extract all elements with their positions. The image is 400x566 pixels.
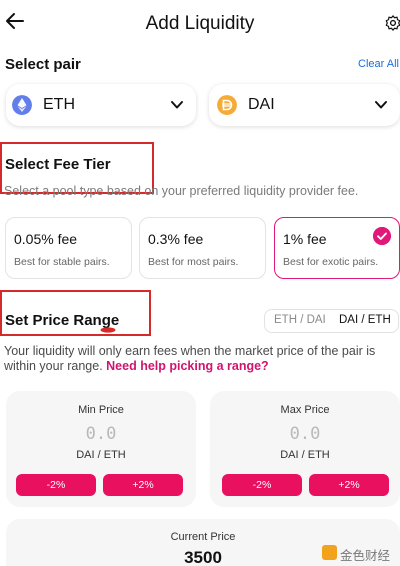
max-price-label: Max Price bbox=[280, 404, 330, 416]
header: Add Liquidity bbox=[0, 0, 400, 50]
fee-tier-desc: Best for exotic pairs. bbox=[283, 256, 379, 268]
max-price-decrease-button[interactable]: -2% bbox=[222, 474, 302, 496]
token-b-symbol: DAI bbox=[248, 96, 275, 113]
fee-tier-description: Select a pool type based on your preferr… bbox=[4, 184, 359, 198]
select-pair-label: Select pair bbox=[5, 56, 81, 73]
fee-tier-value: 0.3% fee bbox=[148, 231, 204, 247]
min-price-increase-button[interactable]: +2% bbox=[103, 474, 183, 496]
check-icon bbox=[373, 227, 391, 245]
token-b-selector[interactable]: DAI bbox=[209, 84, 400, 126]
dai-icon bbox=[217, 95, 237, 115]
fee-tier-desc: Best for stable pairs. bbox=[14, 256, 110, 268]
fee-tier-option-0.3[interactable]: 0.3% fee Best for most pairs. bbox=[139, 217, 266, 279]
toggle-option-eth-dai[interactable]: ETH / DAI bbox=[274, 314, 326, 326]
token-a-symbol: ETH bbox=[43, 96, 75, 113]
price-denomination-toggle[interactable]: ETH / DAI DAI / ETH bbox=[264, 309, 399, 333]
chevron-down-icon bbox=[375, 101, 387, 109]
max-price-card: Max Price 0.0 DAI / ETH -2% +2% bbox=[210, 391, 400, 507]
fee-tier-label: Select Fee Tier bbox=[5, 156, 111, 173]
clear-all-link[interactable]: Clear All bbox=[358, 58, 399, 70]
fee-tier-option-0.05[interactable]: 0.05% fee Best for stable pairs. bbox=[5, 217, 132, 279]
gear-icon[interactable] bbox=[384, 14, 400, 32]
fee-tier-value: 1% fee bbox=[283, 231, 327, 247]
fee-tier-desc: Best for most pairs. bbox=[148, 256, 239, 268]
range-info-text: Your liquidity will only earn fees when … bbox=[4, 344, 400, 374]
watermark-logo-icon bbox=[322, 545, 337, 560]
max-price-unit: DAI / ETH bbox=[280, 449, 330, 461]
chevron-down-icon bbox=[171, 101, 183, 109]
help-range-link[interactable]: Need help picking a range? bbox=[106, 359, 269, 373]
page-title: Add Liquidity bbox=[145, 13, 255, 34]
max-price-increase-button[interactable]: +2% bbox=[309, 474, 389, 496]
fee-tier-option-1[interactable]: 1% fee Best for exotic pairs. bbox=[274, 217, 400, 279]
fee-tier-value: 0.05% fee bbox=[14, 231, 78, 247]
toggle-option-dai-eth[interactable]: DAI / ETH bbox=[339, 314, 391, 326]
annotation-mark bbox=[100, 327, 116, 333]
current-price-label: Current Price bbox=[170, 531, 236, 543]
watermark: 金色财经 bbox=[322, 543, 398, 563]
min-price-unit: DAI / ETH bbox=[76, 449, 126, 461]
watermark-text: 金色财经 bbox=[340, 549, 391, 563]
min-price-card: Min Price 0.0 DAI / ETH -2% +2% bbox=[6, 391, 196, 507]
token-a-selector[interactable]: ETH bbox=[6, 84, 196, 126]
max-price-input[interactable]: 0.0 bbox=[210, 424, 400, 444]
min-price-label: Min Price bbox=[78, 404, 124, 416]
eth-icon bbox=[12, 95, 32, 115]
min-price-decrease-button[interactable]: -2% bbox=[16, 474, 96, 496]
min-price-input[interactable]: 0.0 bbox=[6, 424, 196, 444]
